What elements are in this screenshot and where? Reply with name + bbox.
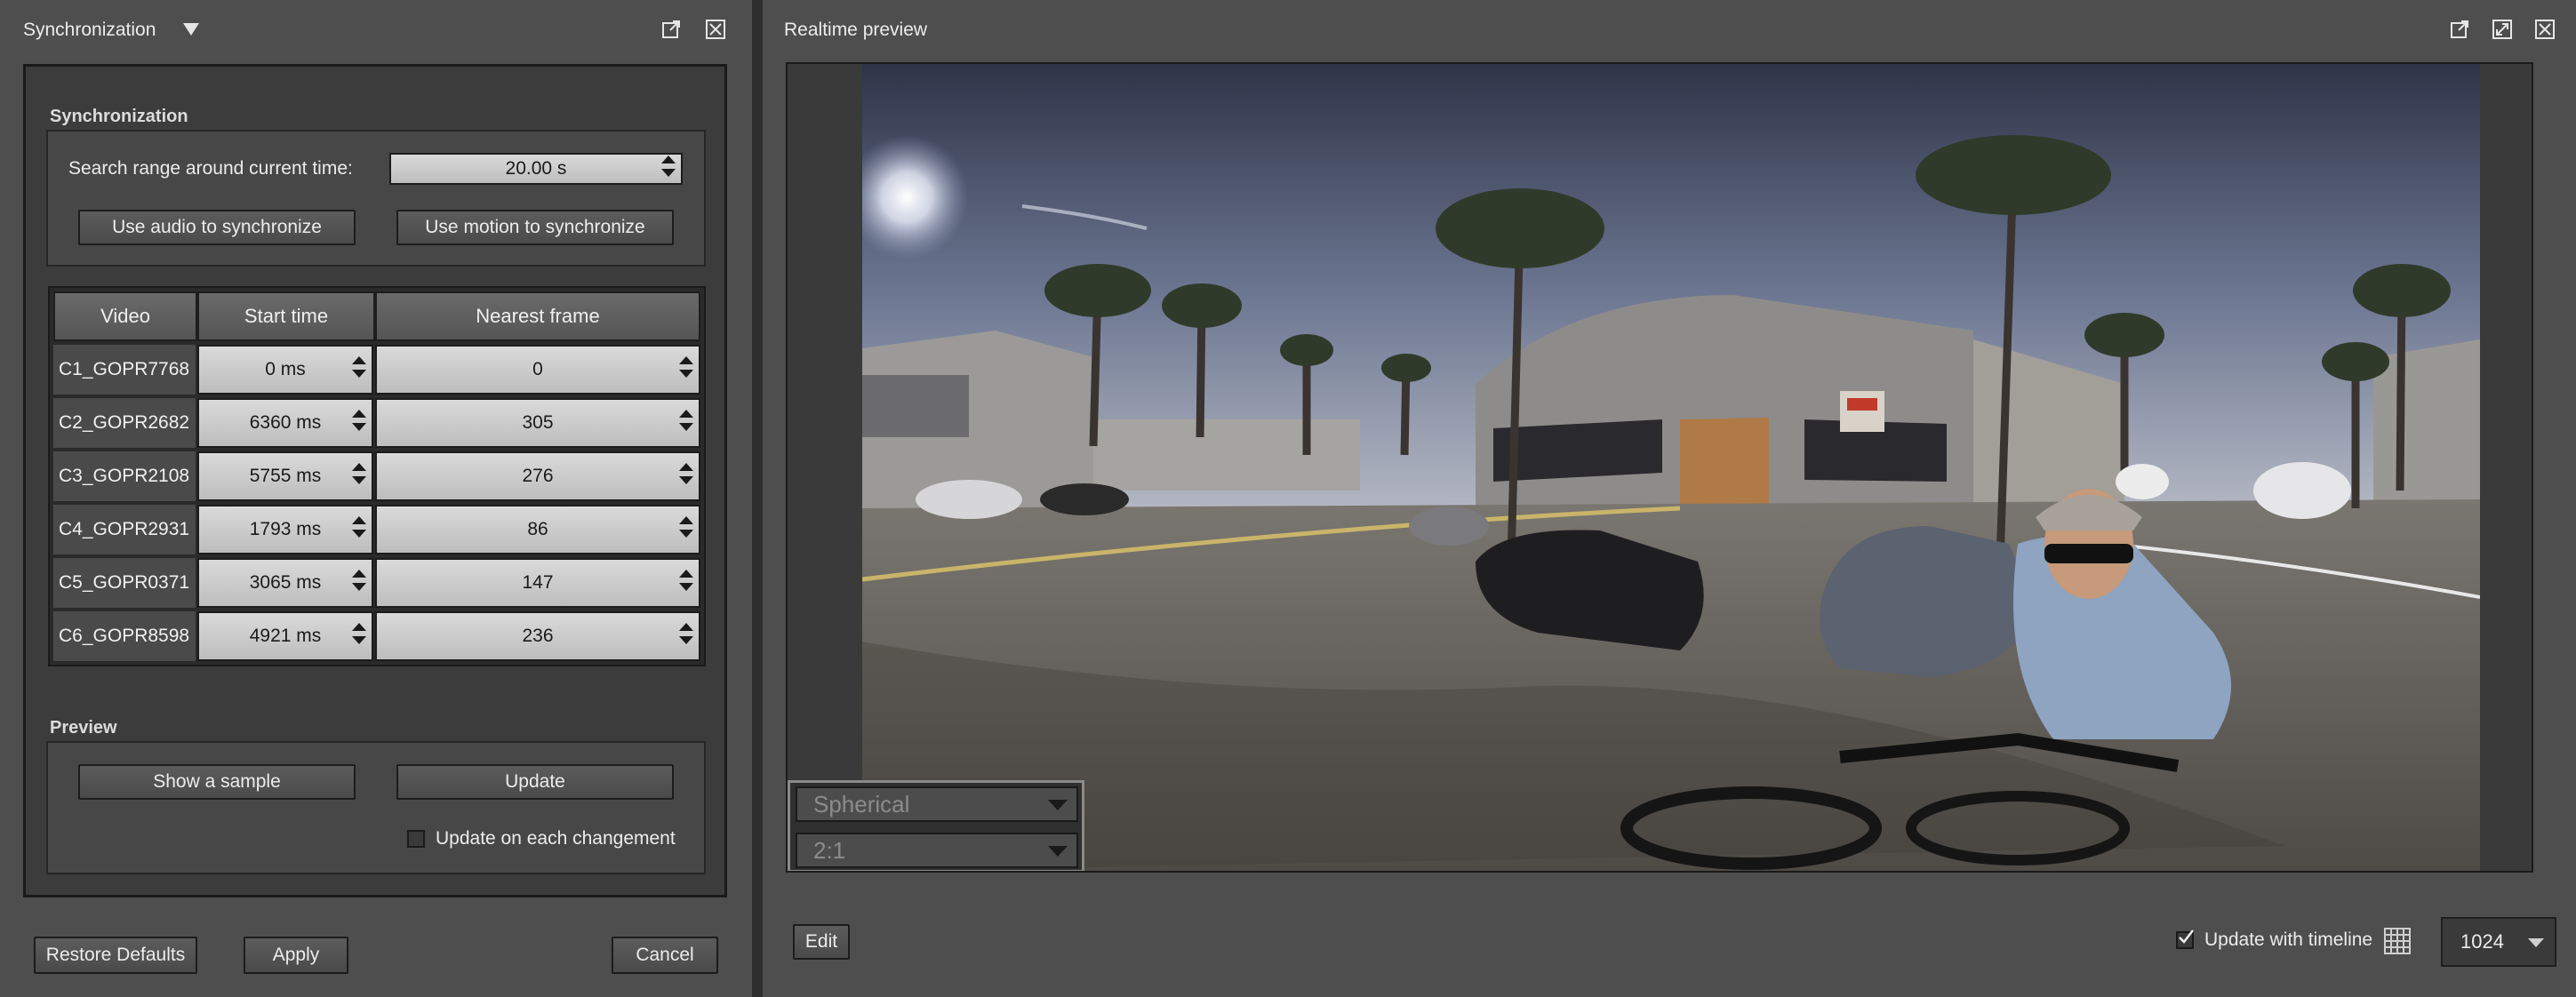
preview-viewport[interactable]: Spherical 2:1 xyxy=(786,62,2533,873)
realtime-preview-panel: Realtime preview Spherical 2:1 Edit Upda… xyxy=(763,0,2576,997)
search-range-label: Search range around current time: xyxy=(68,158,353,179)
panel-title: Realtime preview xyxy=(784,20,928,40)
nearest-frame-spinbox[interactable]: 305 xyxy=(375,398,700,448)
nearest-frame-spinbox[interactable]: 276 xyxy=(375,451,700,501)
video-name: C4_GOPR2931 xyxy=(53,505,196,554)
spinner-arrows-icon[interactable] xyxy=(352,356,366,383)
apply-button[interactable]: Apply xyxy=(244,937,348,974)
sync-table: Video Start time Nearest frame C1_GOPR77… xyxy=(48,286,706,666)
column-header-start-time[interactable]: Start time xyxy=(197,291,375,341)
start-time-value: 5755 ms xyxy=(249,466,322,486)
chevron-down-icon xyxy=(1048,846,1068,857)
start-time-value: 3065 ms xyxy=(249,572,322,593)
panel-title: Synchronization xyxy=(23,20,156,40)
update-timeline-label: Update with timeline xyxy=(2204,929,2373,950)
chevron-down-icon xyxy=(2528,938,2544,947)
column-header-video[interactable]: Video xyxy=(53,291,197,341)
spinner-arrows-icon[interactable] xyxy=(661,156,676,182)
spinner-arrows-icon[interactable] xyxy=(352,410,366,436)
start-time-spinbox[interactable]: 3065 ms xyxy=(197,558,373,608)
update-each-checkbox[interactable] xyxy=(407,830,425,848)
video-name: C3_GOPR2108 xyxy=(53,451,196,501)
panel-splitter[interactable] xyxy=(752,0,763,997)
spinner-arrows-icon[interactable] xyxy=(679,356,693,383)
table-row: C2_GOPR2682 6360 ms 305 xyxy=(50,396,704,450)
update-button[interactable]: Update xyxy=(396,764,674,800)
restore-defaults-button[interactable]: Restore Defaults xyxy=(34,937,197,974)
nearest-frame-value: 0 xyxy=(532,359,543,379)
checkmark-icon xyxy=(2179,929,2194,944)
synchronization-panel: Synchronization Synchronization Search r… xyxy=(0,0,752,997)
nearest-frame-value: 236 xyxy=(522,626,554,646)
spinner-arrows-icon[interactable] xyxy=(679,623,693,650)
spinner-arrows-icon[interactable] xyxy=(679,410,693,436)
fullscreen-icon[interactable] xyxy=(2492,20,2512,39)
start-time-spinbox[interactable]: 1793 ms xyxy=(197,505,373,554)
preview-group-box xyxy=(46,741,706,874)
start-time-value: 6360 ms xyxy=(249,412,322,433)
use-audio-button[interactable]: Use audio to synchronize xyxy=(78,210,356,245)
table-row: C1_GOPR7768 0 ms 0 xyxy=(50,343,704,396)
video-name: C1_GOPR7768 xyxy=(53,345,196,395)
search-range-value: 20.00 s xyxy=(505,158,567,179)
chevron-down-icon xyxy=(1048,800,1068,810)
spinner-arrows-icon[interactable] xyxy=(352,623,366,650)
nearest-frame-spinbox[interactable]: 236 xyxy=(375,611,700,661)
preview-section-label: Preview xyxy=(50,718,117,738)
spinner-arrows-icon[interactable] xyxy=(352,516,366,543)
nearest-frame-spinbox[interactable]: 147 xyxy=(375,558,700,608)
nearest-frame-spinbox[interactable]: 86 xyxy=(375,505,700,554)
use-motion-button[interactable]: Use motion to synchronize xyxy=(396,210,674,245)
start-time-value: 1793 ms xyxy=(249,519,322,539)
spinner-arrows-icon[interactable] xyxy=(679,463,693,490)
video-name: C6_GOPR8598 xyxy=(53,611,196,661)
popout-icon[interactable] xyxy=(661,20,681,39)
spinner-arrows-icon[interactable] xyxy=(679,516,693,543)
table-row: C3_GOPR2108 5755 ms 276 xyxy=(50,450,704,503)
video-name: C2_GOPR2682 xyxy=(53,398,196,448)
panorama-preview-image[interactable] xyxy=(862,64,2480,871)
table-row: C6_GOPR8598 4921 ms 236 xyxy=(50,610,704,663)
show-sample-button[interactable]: Show a sample xyxy=(78,764,356,800)
spinner-arrows-icon[interactable] xyxy=(679,570,693,596)
start-time-spinbox[interactable]: 4921 ms xyxy=(197,611,373,661)
edit-button[interactable]: Edit xyxy=(793,924,850,960)
nearest-frame-spinbox[interactable]: 0 xyxy=(375,345,700,395)
video-name: C5_GOPR0371 xyxy=(53,558,196,608)
start-time-value: 4921 ms xyxy=(249,626,322,646)
nearest-frame-value: 276 xyxy=(522,466,554,486)
grid-icon[interactable] xyxy=(2384,928,2411,954)
projection-value: Spherical xyxy=(813,790,910,818)
nearest-frame-value: 305 xyxy=(522,412,554,433)
dropdown-arrow-icon[interactable] xyxy=(181,20,201,39)
close-icon[interactable] xyxy=(706,20,725,39)
resolution-dropdown[interactable]: 1024 xyxy=(2441,917,2556,967)
start-time-spinbox[interactable]: 6360 ms xyxy=(197,398,373,448)
sync-section-label: Synchronization xyxy=(50,107,188,126)
update-timeline-checkbox[interactable] xyxy=(2176,929,2194,949)
spinner-arrows-icon[interactable] xyxy=(352,463,366,490)
start-time-spinbox[interactable]: 0 ms xyxy=(197,345,373,395)
column-header-nearest-frame[interactable]: Nearest frame xyxy=(375,291,700,341)
resolution-value: 1024 xyxy=(2460,930,2504,953)
update-each-label: Update on each changement xyxy=(436,828,676,849)
aspect-value: 2:1 xyxy=(813,836,846,864)
search-range-spinbox[interactable]: 20.00 s xyxy=(389,153,683,185)
table-row: C4_GOPR2931 1793 ms 86 xyxy=(50,503,704,556)
cancel-button[interactable]: Cancel xyxy=(612,937,718,974)
close-icon[interactable] xyxy=(2535,20,2555,39)
aspect-dropdown[interactable]: 2:1 xyxy=(796,833,1078,868)
start-time-value: 0 ms xyxy=(265,359,306,379)
nearest-frame-value: 147 xyxy=(522,572,554,593)
popout-icon[interactable] xyxy=(2450,20,2469,39)
spinner-arrows-icon[interactable] xyxy=(352,570,366,596)
nearest-frame-value: 86 xyxy=(527,519,548,539)
projection-dropdown[interactable]: Spherical xyxy=(796,786,1078,822)
table-row: C5_GOPR0371 3065 ms 147 xyxy=(50,556,704,610)
start-time-spinbox[interactable]: 5755 ms xyxy=(197,451,373,501)
sync-group-box xyxy=(46,130,706,267)
projection-selector-box: Spherical 2:1 xyxy=(788,780,1084,871)
